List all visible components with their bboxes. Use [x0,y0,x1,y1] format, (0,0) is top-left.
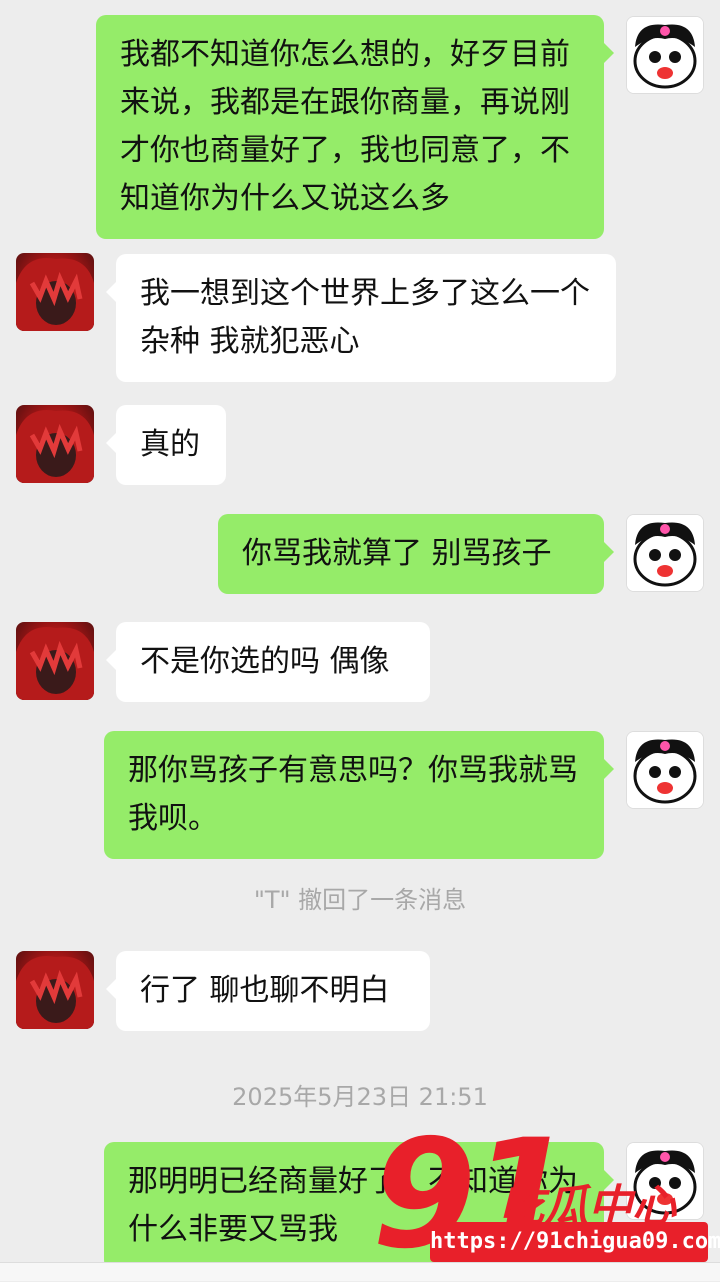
panda-avatar-icon[interactable] [626,731,704,809]
message-text: 你骂我就算了 别骂孩子 [242,536,552,571]
timestamp: 2025年5月23日 21:51 [232,1083,488,1111]
watermark-url: https://91chigua09.com [430,1222,720,1262]
message-bubble-incoming[interactable]: 真的 [106,405,226,485]
message-text: 真的 [140,427,200,462]
message-bubble-outgoing[interactable]: 我都不知道你怎么想的，好歹目前来说，我都是在跟你商量，再说刚才你也商量好了，我也… [96,15,614,239]
message-bubble-outgoing[interactable]: 那你骂孩子有意思吗？你骂我就骂我呗。 [104,731,614,859]
red-hair-avatar-icon[interactable] [16,622,94,700]
message-bubble-outgoing[interactable]: 你骂我就算了 别骂孩子 [218,514,614,594]
message-text: 那你骂孩子有意思吗？你骂我就骂我呗。 [128,753,578,836]
red-hair-avatar-icon[interactable] [16,405,94,483]
message-text: 不是你选的吗 偶像 [140,644,390,679]
panda-avatar-icon[interactable] [626,514,704,592]
panda-avatar-icon[interactable] [626,16,704,94]
recall-notice: "T" 撤回了一条消息 [253,886,467,914]
red-hair-avatar-icon[interactable] [16,253,94,331]
message-bubble-incoming[interactable]: 我一想到这个世界上多了这么一个杂种 我就犯恶心 [106,254,616,382]
input-bar[interactable] [0,1262,720,1281]
message-bubble-incoming[interactable]: 行了 聊也聊不明白 [106,951,430,1031]
message-text: 行了 聊也聊不明白 [140,973,390,1008]
message-bubble-incoming[interactable]: 不是你选的吗 偶像 [106,622,430,702]
message-text: 我一想到这个世界上多了这么一个杂种 我就犯恶心 [140,276,590,359]
message-text: 我都不知道你怎么想的，好歹目前来说，我都是在跟你商量，再说刚才你也商量好了，我也… [120,37,570,216]
red-hair-avatar-icon[interactable] [16,951,94,1029]
